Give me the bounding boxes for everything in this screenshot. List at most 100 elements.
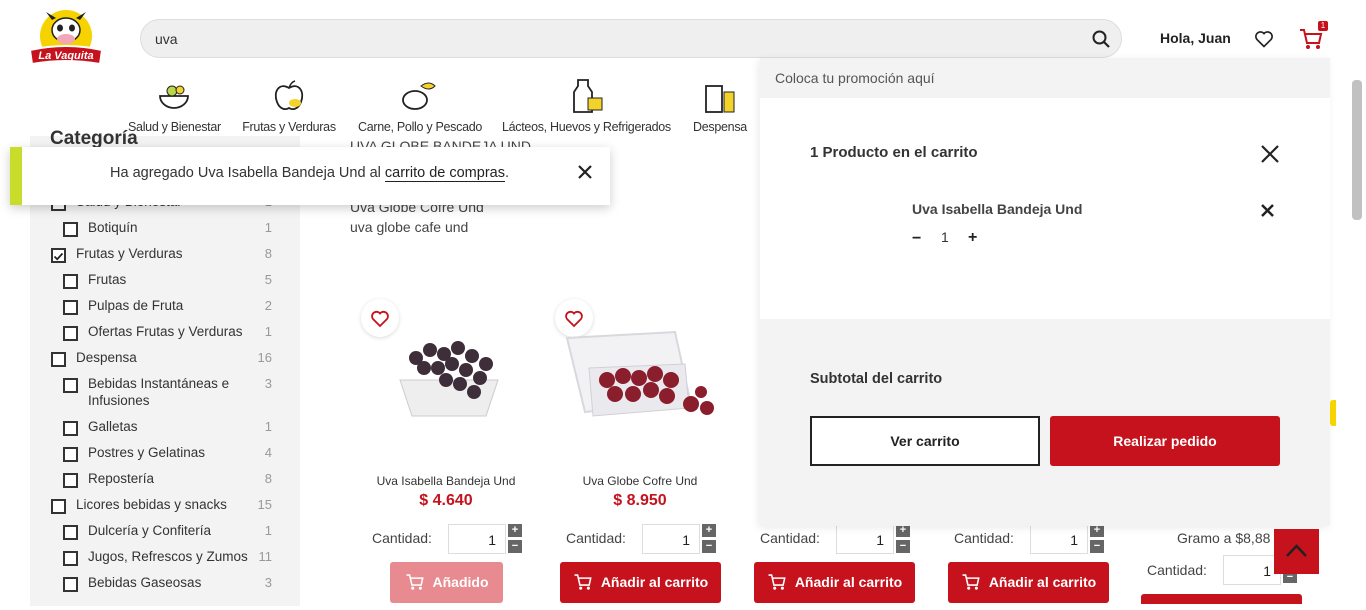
add-to-cart-button[interactable]: Añadir al carrito: [948, 562, 1109, 603]
mini-cart-panel: Coloca tu promoción aquí 1 Producto en e…: [760, 58, 1330, 526]
checkbox[interactable]: [63, 326, 78, 341]
side-tab[interactable]: [1330, 400, 1336, 426]
filter-count: 3: [264, 376, 272, 391]
add-to-cart-button[interactable]: [1141, 594, 1302, 604]
remove-item-icon[interactable]: [1260, 203, 1275, 218]
toast-accent-bar: [10, 147, 22, 205]
quantity-decrease-button[interactable]: −: [508, 540, 522, 553]
category-despensa[interactable]: Despensa: [690, 78, 750, 136]
checkout-button[interactable]: Realizar pedido: [1050, 416, 1280, 466]
checkbox[interactable]: [63, 473, 78, 488]
cart-icon: [574, 574, 592, 590]
filter-count: 4: [264, 445, 272, 460]
product-price: $ 8.950: [613, 492, 667, 509]
quantity-label: Cantidad:: [566, 530, 626, 546]
product-card: Uva Globe Cofre Und $ 8.950 Cantidad: 1 …: [550, 290, 730, 610]
filter-label: Despensa: [76, 350, 137, 365]
cart-item-name[interactable]: Uva Isabella Bandeja Und: [912, 201, 1082, 217]
filter-label: Frutas y Verduras: [76, 246, 183, 261]
cart-icon: [768, 574, 786, 590]
checkbox[interactable]: [63, 447, 78, 462]
cart-icon: [406, 574, 424, 590]
category-label: Carne, Pollo y Pescado: [358, 120, 483, 134]
quantity-label: Cantidad:: [1147, 562, 1207, 578]
filter-label: Galletas: [88, 419, 138, 434]
search-icon[interactable]: [1091, 29, 1111, 49]
checkbox[interactable]: [63, 551, 78, 566]
filter-label: Dulcería y Confitería: [88, 523, 212, 538]
cart-link[interactable]: carrito de compras: [384, 165, 505, 182]
cart-item-decrease-button[interactable]: −: [912, 230, 921, 248]
quantity-increase-button[interactable]: +: [702, 524, 716, 537]
milk-icon: [573, 79, 603, 113]
checkbox-checked[interactable]: [51, 248, 66, 263]
filter-count: 16: [257, 350, 272, 365]
checkbox[interactable]: [63, 300, 78, 315]
product-name[interactable]: Uva Isabella Bandeja Und: [356, 474, 536, 488]
filter-count: 8: [264, 471, 272, 486]
quantity-decrease-button[interactable]: −: [1090, 540, 1104, 553]
filter-count: 2: [264, 298, 272, 313]
quantity-input[interactable]: 1: [836, 524, 894, 554]
product-card: Cantidad: 1 + − Añadir al carrito: [938, 524, 1118, 610]
filter-label: Bebidas Gaseosas: [88, 575, 202, 590]
filter-label: Repostería: [88, 471, 155, 486]
la-vaquita-logo[interactable]: La Vaquita: [26, 6, 106, 72]
filter-count: 1: [264, 419, 272, 434]
product-name[interactable]: Uva Globe Cofre Und: [550, 474, 730, 488]
filter-label: Bebidas Instantáneas e: [88, 376, 230, 391]
checkbox[interactable]: [63, 577, 78, 592]
added-button[interactable]: Añadido: [390, 562, 503, 603]
checkbox[interactable]: [63, 525, 78, 540]
quantity-label: Cantidad:: [372, 530, 432, 546]
cart-item-quantity: 1: [941, 229, 949, 245]
product-image[interactable]: [565, 328, 730, 428]
checkbox[interactable]: [63, 222, 78, 237]
toast-message: Ha agregado Uva Isabella Bandeja Und al …: [110, 165, 509, 182]
checkbox[interactable]: [63, 274, 78, 289]
category-lacteos[interactable]: Lácteos, Huevos y Refrigerados: [502, 78, 671, 136]
add-to-cart-button[interactable]: Añadir al carrito: [754, 562, 915, 603]
product-price: $ 4.640: [419, 492, 473, 509]
filter-sidebar: Categoría Salud y Bienestar1Botiquín1Fru…: [30, 128, 300, 606]
scrollbar-thumb[interactable]: [1352, 80, 1362, 220]
close-icon[interactable]: [1260, 144, 1280, 164]
search-bar[interactable]: uva: [140, 19, 1122, 58]
scroll-to-top-button[interactable]: [1274, 529, 1319, 574]
pantry-icon: [705, 85, 735, 113]
category-frutas[interactable]: Frutas y Verduras: [242, 78, 336, 136]
filter-label: Postres y Gelatinas: [88, 445, 206, 460]
quantity-input[interactable]: 1: [448, 524, 506, 554]
category-salud[interactable]: Salud y Bienestar: [128, 78, 221, 136]
filter-label: Licores bebidas y snacks: [76, 497, 227, 512]
checkbox[interactable]: [51, 499, 66, 514]
quantity-decrease-button[interactable]: −: [896, 540, 910, 553]
quantity-input[interactable]: 1: [642, 524, 700, 554]
add-to-cart-button[interactable]: Añadir al carrito: [560, 562, 721, 603]
category-carne[interactable]: Carne, Pollo y Pescado: [358, 78, 483, 136]
search-input[interactable]: uva: [155, 31, 178, 47]
quantity-input[interactable]: 1: [1223, 555, 1281, 585]
product-card: Cantidad: 1 + − Añadir al carrito: [744, 524, 924, 610]
product-image[interactable]: [386, 328, 511, 418]
filter-label: Botiquín: [88, 220, 138, 235]
category-label: Despensa: [693, 120, 747, 134]
quantity-label: Cantidad:: [760, 530, 820, 546]
filter-count: 3: [264, 575, 272, 590]
search-suggestion[interactable]: uva globe cafe und: [350, 219, 468, 235]
apple-icon: [274, 80, 304, 110]
cart-icon: [962, 574, 980, 590]
user-greeting[interactable]: Hola, Juan: [1160, 30, 1231, 46]
quantity-input[interactable]: 1: [1030, 524, 1088, 554]
cart-item-increase-button[interactable]: +: [968, 229, 977, 247]
checkbox[interactable]: [51, 352, 66, 367]
filter-count: 15: [257, 497, 272, 512]
quantity-increase-button[interactable]: +: [508, 524, 522, 537]
checkbox[interactable]: [63, 378, 78, 393]
quantity-decrease-button[interactable]: −: [702, 540, 716, 553]
wishlist-heart-icon[interactable]: [1254, 29, 1274, 49]
filter-label: Pulpas de Fruta: [88, 298, 184, 313]
checkbox[interactable]: [63, 421, 78, 436]
view-cart-button[interactable]: Ver carrito: [810, 416, 1040, 466]
close-icon[interactable]: [576, 163, 594, 181]
